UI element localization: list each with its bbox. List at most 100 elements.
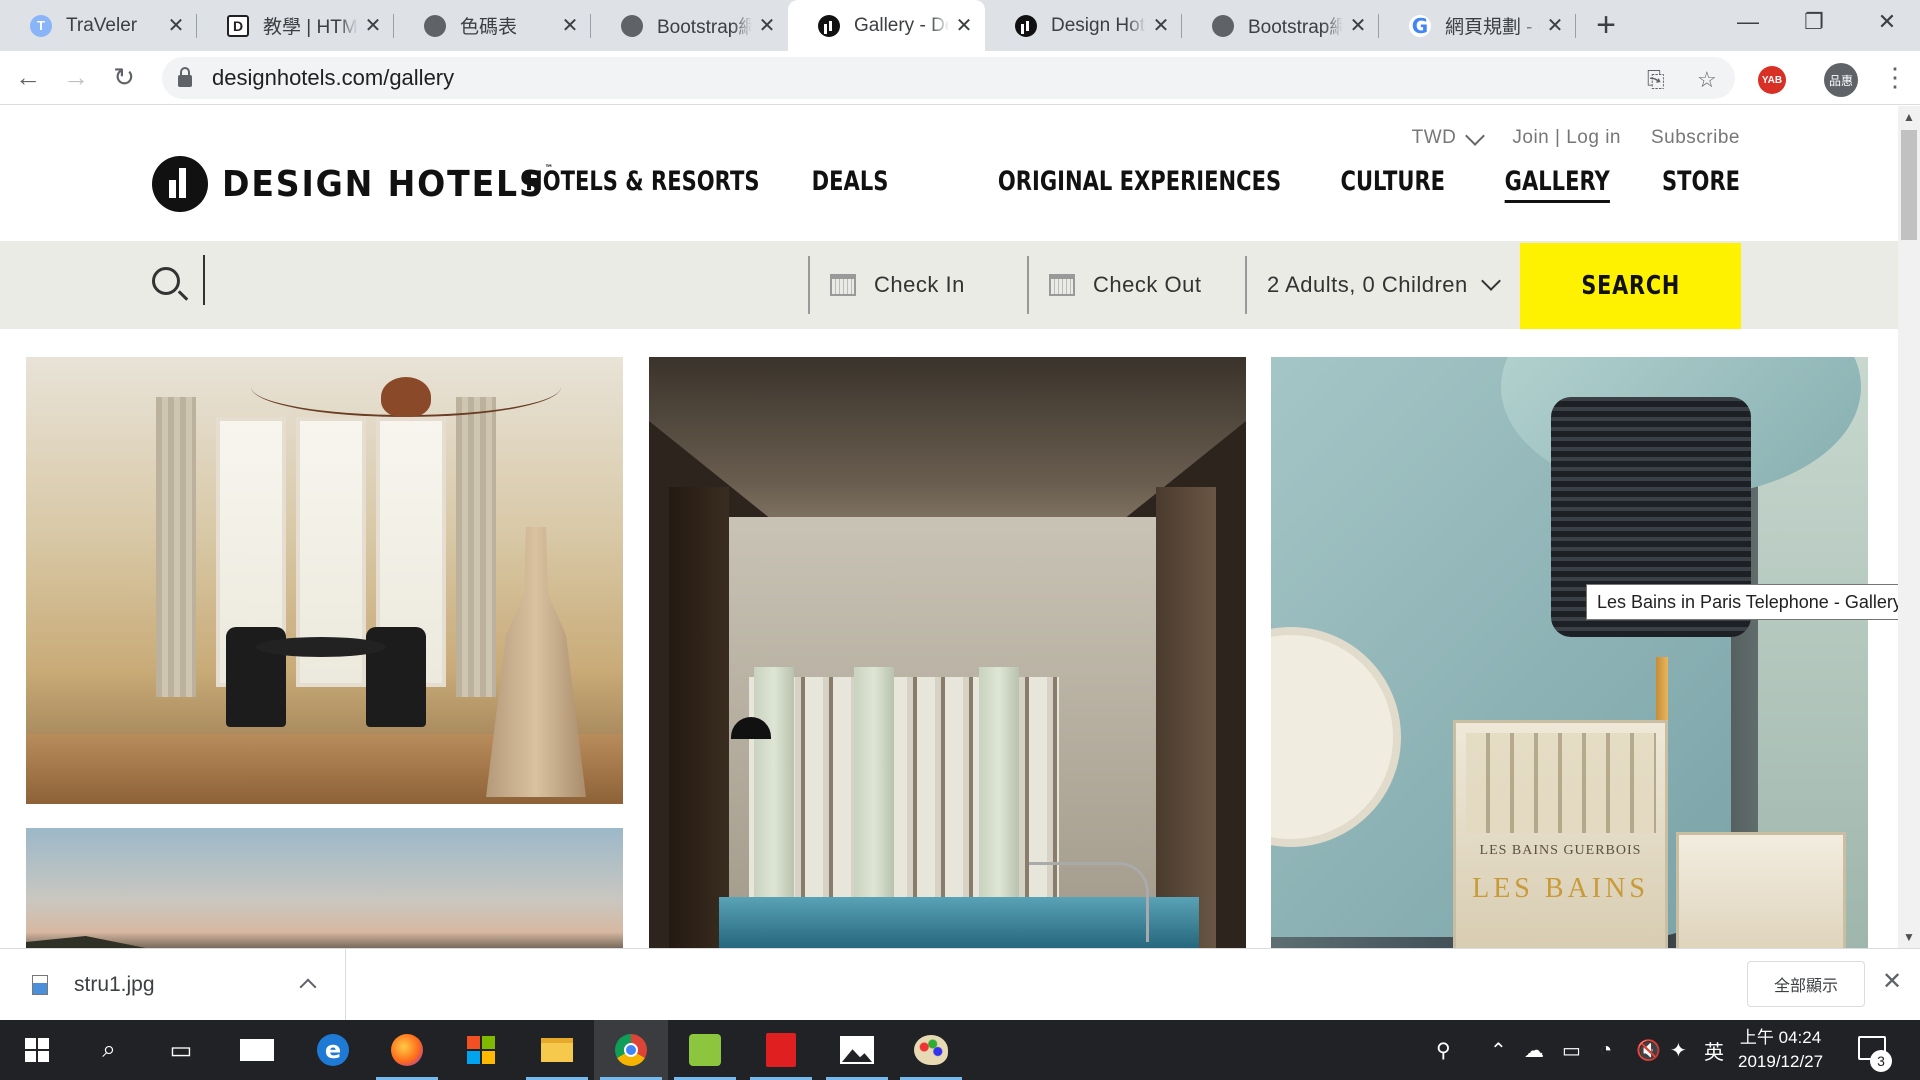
address-bar[interactable]: designhotels.com/gallery ⎘ ☆ bbox=[162, 57, 1735, 99]
perfume-box: LES BAINS GUERBOIS LES BAINS bbox=[1453, 720, 1668, 948]
kid-pix-icon[interactable] bbox=[668, 1020, 742, 1080]
clock-date: 2019/12/27 bbox=[1738, 1052, 1824, 1071]
scroll-up-icon[interactable]: ▲ bbox=[1903, 110, 1915, 124]
yab-extension-icon[interactable]: YAB bbox=[1758, 66, 1786, 94]
browser-menu-icon[interactable]: ⋮ bbox=[1882, 62, 1908, 93]
scroll-down-icon[interactable]: ▼ bbox=[1903, 930, 1915, 944]
check-out-field[interactable]: Check Out bbox=[1027, 256, 1247, 314]
start-button[interactable] bbox=[0, 1020, 74, 1080]
edge-icon[interactable]: e bbox=[296, 1020, 370, 1080]
search-button[interactable]: SEARCH bbox=[1520, 243, 1741, 329]
close-icon[interactable]: ✕ bbox=[1882, 967, 1902, 996]
nav-store[interactable]: STORE bbox=[1662, 166, 1740, 203]
wood-post bbox=[669, 487, 729, 948]
people-icon[interactable]: ⚲ bbox=[1436, 1020, 1451, 1080]
design-hotels-icon bbox=[1015, 14, 1037, 37]
close-tab-icon[interactable]: ✕ bbox=[758, 13, 776, 38]
subscribe-link[interactable]: Subscribe bbox=[1651, 127, 1740, 149]
join-login-link[interactable]: Join | Log in bbox=[1512, 127, 1621, 149]
close-tab-icon[interactable]: ✕ bbox=[561, 13, 579, 38]
task-view-icon[interactable]: ▭ bbox=[144, 1020, 218, 1080]
close-tab-icon[interactable]: ✕ bbox=[1349, 13, 1367, 38]
download-item[interactable]: stru1.jpg bbox=[0, 949, 346, 1020]
tab-gallery[interactable]: Gallery - De ✕ bbox=[788, 0, 985, 51]
forward-button[interactable]: → bbox=[56, 58, 96, 98]
gallery-image-dining-room[interactable] bbox=[26, 357, 623, 804]
globe-icon bbox=[424, 14, 446, 37]
bookmark-star-icon[interactable]: ☆ bbox=[1697, 67, 1717, 93]
wifi-icon[interactable]: ◔ bbox=[1600, 1020, 1612, 1080]
tab-strip: T TraVeler ✕ D 教學 | HTML ✕ 色碼表 ✕ Bootstr… bbox=[0, 0, 1920, 51]
translate-icon[interactable]: ⎘ bbox=[1647, 67, 1665, 93]
currency-selector[interactable]: TWD bbox=[1412, 126, 1486, 149]
onedrive-cloud-icon[interactable]: ☁ bbox=[1524, 1020, 1544, 1080]
gallery-image-paris-telephone[interactable]: LES BAINS GUERBOIS LES BAINS bbox=[1271, 357, 1868, 948]
close-tab-icon[interactable]: ✕ bbox=[364, 13, 382, 38]
battery-icon[interactable]: ▭ bbox=[1562, 1020, 1581, 1080]
close-tab-icon[interactable]: ✕ bbox=[167, 13, 185, 38]
acrobat-icon[interactable] bbox=[744, 1020, 818, 1080]
gallery-image-landscape[interactable] bbox=[26, 828, 623, 948]
system-clock[interactable]: 上午 04:24 2019/12/27 bbox=[1738, 1026, 1823, 1074]
minimize-button[interactable]: — bbox=[1715, 0, 1781, 44]
reload-button[interactable]: ↻ bbox=[104, 58, 144, 98]
paint-icon bbox=[914, 1035, 948, 1065]
start-icon bbox=[25, 1038, 49, 1062]
acrobat-icon bbox=[766, 1033, 796, 1067]
tab-traveler[interactable]: T TraVeler ✕ bbox=[0, 0, 197, 51]
firefox-icon bbox=[391, 1034, 423, 1066]
photos-icon[interactable] bbox=[820, 1020, 894, 1080]
tab-bootstrap-1[interactable]: Bootstrap網 ✕ bbox=[591, 0, 788, 51]
nav-original-experiences[interactable]: ORIGINAL EXPERIENCES bbox=[998, 166, 1281, 203]
dining-table bbox=[256, 637, 386, 657]
tab-html-tutorial[interactable]: D 教學 | HTML ✕ bbox=[197, 0, 394, 51]
destination-search-input[interactable] bbox=[203, 255, 803, 305]
close-tab-icon[interactable]: ✕ bbox=[1152, 13, 1170, 38]
pool-rail bbox=[1029, 862, 1149, 942]
restore-button[interactable]: ❐ bbox=[1781, 0, 1847, 44]
lock-icon[interactable] bbox=[178, 67, 192, 87]
nav-deals[interactable]: DEALS bbox=[811, 166, 888, 203]
file-explorer-icon[interactable] bbox=[520, 1020, 594, 1080]
tab-web-planning[interactable]: G 網頁規劃 - G ✕ bbox=[1379, 0, 1576, 51]
check-in-field[interactable]: Check In bbox=[808, 256, 1028, 314]
nav-gallery[interactable]: GALLERY bbox=[1504, 166, 1610, 203]
firefox-icon[interactable] bbox=[370, 1020, 444, 1080]
close-tab-icon[interactable]: ✕ bbox=[1546, 13, 1564, 38]
browser-toolbar: ← → ↻ designhotels.com/gallery ⎘ ☆ bbox=[0, 51, 1920, 105]
chevron-up-icon[interactable]: ⌃ bbox=[1490, 1020, 1507, 1080]
chrome-icon[interactable] bbox=[594, 1020, 668, 1080]
main-nav: HOTELS & RESORTS DEALS ORIGINAL EXPERIEN… bbox=[459, 166, 1740, 203]
nav-culture[interactable]: CULTURE bbox=[1341, 166, 1446, 203]
store-icon bbox=[467, 1036, 495, 1064]
tab-color-chart[interactable]: 色碼表 ✕ bbox=[394, 0, 591, 51]
curtain bbox=[156, 397, 196, 697]
show-all-button[interactable]: 全部顯示 bbox=[1747, 961, 1865, 1007]
new-tab-button[interactable]: + bbox=[1576, 0, 1636, 51]
chevron-down-icon bbox=[1480, 271, 1501, 291]
tab-design-hotels[interactable]: Design Hote ✕ bbox=[985, 0, 1182, 51]
back-button[interactable]: ← bbox=[8, 58, 48, 98]
tab-bootstrap-2[interactable]: Bootstrap網 ✕ bbox=[1182, 0, 1379, 51]
close-tab-icon[interactable]: ✕ bbox=[955, 13, 973, 38]
url-text: designhotels.com/gallery bbox=[212, 65, 455, 90]
check-out-label: Check Out bbox=[1093, 272, 1202, 297]
booking-search-bar: Check In Check Out 2 Adults, 0 Children … bbox=[0, 241, 1898, 329]
design-hotels-logo-icon bbox=[152, 156, 208, 212]
profile-avatar[interactable]: 品惠 bbox=[1824, 63, 1858, 97]
close-window-button[interactable]: ✕ bbox=[1854, 0, 1920, 44]
ime-indicator[interactable]: 英 bbox=[1704, 1020, 1724, 1080]
nav-hotels-resorts[interactable]: HOTELS & RESORTS bbox=[525, 166, 759, 203]
search-icon[interactable]: ⌕ bbox=[72, 1020, 146, 1080]
mail-icon[interactable] bbox=[220, 1020, 294, 1080]
store-icon[interactable] bbox=[444, 1020, 518, 1080]
guests-selector[interactable]: 2 Adults, 0 Children bbox=[1245, 256, 1520, 314]
perfume-box-brand: LES BAINS bbox=[1472, 873, 1649, 904]
page-scrollbar[interactable]: ▲ ▼ bbox=[1898, 106, 1920, 948]
scrollbar-thumb[interactable] bbox=[1901, 130, 1917, 240]
gallery-image-indoor-pool[interactable] bbox=[649, 357, 1246, 948]
dropbox-icon[interactable]: ✦ bbox=[1670, 1020, 1687, 1080]
volume-muted-icon[interactable]: 🔇 bbox=[1636, 1020, 1661, 1080]
paint-icon[interactable] bbox=[894, 1020, 968, 1080]
clock-time: 上午 04:24 bbox=[1739, 1028, 1822, 1047]
